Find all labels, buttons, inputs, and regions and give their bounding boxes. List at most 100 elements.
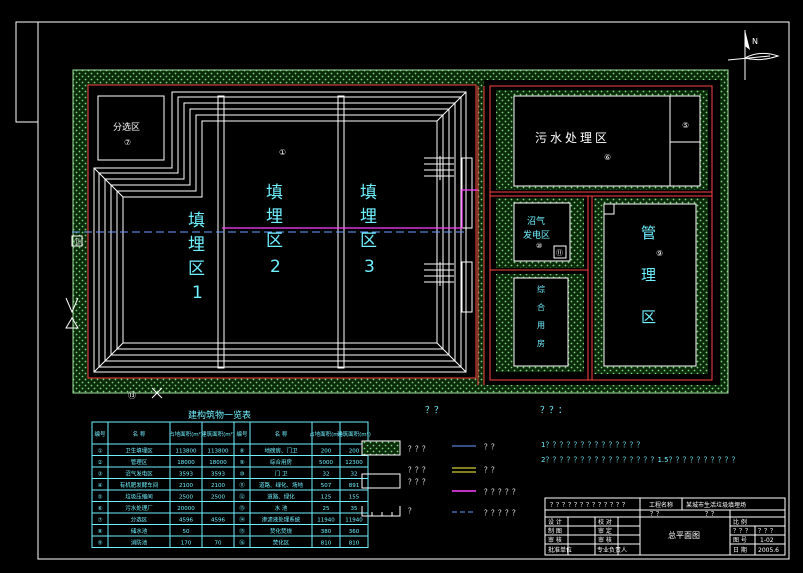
table-cell: 储水池 [131, 527, 148, 535]
table-header: 名 称 [133, 430, 146, 438]
svg-text:设 计: 设 计 [548, 518, 562, 526]
table-cell: 200 [349, 449, 360, 455]
svg-text:校 对: 校 对 [598, 518, 612, 526]
table-cell: 沼气发电区 [125, 470, 153, 478]
table-cell: 113800 [208, 449, 229, 455]
table-header: 占地面积(m²) [169, 430, 203, 438]
svg-text:理: 理 [641, 266, 656, 284]
svg-text:？？？？？: ？？？？？ [484, 509, 519, 517]
table-cell: 155 [349, 495, 360, 501]
svg-text:3: 3 [364, 257, 375, 277]
svg-text:区: 区 [188, 259, 205, 279]
svg-text:埋: 埋 [360, 207, 377, 227]
table-cell: 3593 [211, 472, 225, 478]
titleblock-roles: 设 计 制 图 审 核 批准单位 校 对 审 定 审 核 专业负责人 [548, 518, 627, 554]
svg-text:填: 填 [266, 183, 283, 203]
table-cell: 11940 [317, 518, 335, 524]
table-cell: 污水处理厂 [125, 504, 153, 512]
sewage-label: 污水处理区 [535, 131, 610, 145]
table-cell: 2500 [179, 495, 193, 501]
table-cell: 卫生填埋区 [125, 447, 153, 455]
table-cell: ⑯ [239, 539, 245, 547]
svg-text:⑥: ⑥ [604, 153, 611, 162]
table-cell: 管理区 [131, 458, 148, 466]
note-2: 2？？？？？？？？？？？？？？？？1.5？？？？？？？？？？ [541, 456, 739, 464]
table-cell: ⑪ [239, 481, 245, 489]
svg-text:图 号: 图 号 [733, 537, 747, 544]
table-cell: 4596 [179, 518, 193, 524]
table-cell: 分选区 [131, 516, 148, 524]
table-cell: ⑤ [98, 495, 103, 501]
svg-text:1: 1 [192, 283, 203, 303]
project-value: 某城市生活垃圾填埋场 [686, 501, 746, 509]
svg-text:？？？: ？？？ [733, 528, 751, 535]
table-header: 建筑面积(m²) [337, 430, 371, 438]
table-cell: 18000 [177, 460, 195, 466]
table-cell: ⑥ [98, 506, 103, 512]
table-cell: ⑧ [98, 529, 103, 535]
sorting-label: 分选区 [113, 121, 140, 133]
table-cell: 12300 [345, 460, 363, 466]
svg-text:专业负责人: 专业负责人 [597, 546, 627, 554]
table-cell: ① [98, 449, 103, 455]
bottom-num: ⑬ [128, 391, 136, 400]
north-label: N [752, 37, 758, 46]
svg-text:⑩: ⑩ [536, 242, 542, 250]
table-cell: 消防池 [131, 539, 148, 547]
svg-text:？？: ？？ [650, 511, 662, 518]
svg-text:埋: 埋 [266, 207, 283, 227]
sheet-number: 1-02 [760, 537, 774, 544]
svg-text:埋: 埋 [188, 235, 205, 255]
table-cell: ⑩ [240, 471, 245, 478]
sorting-num: ⑦ [124, 138, 131, 147]
table-cell: 35 [351, 506, 358, 512]
building-table: 编号名 称占地面积(m²)建筑面积(m²) 编号名 称占地面积(m²)建筑面积(m… [91, 421, 371, 548]
svg-text:？？？？？: ？？？？？ [484, 488, 519, 496]
table-cell: 渗滤液处理系统 [262, 516, 301, 524]
table-cell: 360 [349, 529, 360, 535]
svg-text:？？？: ？？？ [408, 445, 429, 453]
table-cell: ⑨ [98, 540, 103, 547]
svg-text:？？: ？？ [484, 443, 498, 451]
table-cell: ③ [98, 472, 103, 478]
svg-text:合: 合 [537, 302, 545, 312]
table-cell: 门 卫 [275, 470, 288, 478]
svg-text:填: 填 [188, 211, 205, 231]
svg-text:批准单位: 批准单位 [548, 546, 572, 554]
table-cell: 20000 [177, 506, 195, 512]
svg-text:比 例: 比 例 [733, 518, 747, 526]
table-cell: 170 [181, 541, 192, 547]
table-cell: ⑬ [239, 504, 245, 512]
title-top-note: ？？？？？？？？？？？？？ [550, 502, 628, 509]
svg-text:沼气: 沼气 [527, 215, 545, 227]
svg-text:审 核: 审 核 [598, 536, 612, 544]
table-header: 名 称 [275, 430, 288, 438]
svg-text:综: 综 [537, 284, 545, 294]
table-header: 编号 [236, 430, 248, 438]
table-cell: 3593 [179, 472, 193, 478]
svg-text:？？？: ？？？ [758, 528, 776, 535]
svg-text:区: 区 [360, 231, 377, 251]
table-cell: 891 [349, 483, 360, 489]
table-cell: 有机肥发酵车间 [120, 481, 159, 489]
svg-text:？？？: ？？？ [408, 478, 429, 486]
svg-text:⑪: ⑪ [556, 249, 563, 257]
table-cell: 32 [351, 472, 358, 478]
table-cell: ⑭ [239, 516, 245, 524]
table-cell: 50 [183, 529, 190, 535]
svg-text:发电区: 发电区 [523, 229, 550, 241]
project-label: 工程名称 [649, 501, 673, 509]
svg-text:审 核: 审 核 [548, 536, 562, 544]
table-cell: 125 [321, 495, 332, 501]
north-arrow-icon: N [727, 30, 780, 80]
table-cell: 垃圾压缩间 [125, 493, 153, 501]
drawing-date: 2005.6 [758, 547, 779, 554]
svg-text:日 期: 日 期 [733, 546, 747, 554]
table-header: 编号 [94, 430, 106, 438]
svg-text:？？？: ？？？ [408, 466, 429, 474]
site-plan-drawing: N 分选区 ⑦ ⑫ ① 填 埋 区 1 填 埋 区 2 填 埋 区 3 污水处理… [15, 21, 790, 560]
notes-header: ？？： [540, 406, 567, 416]
table-cell: ⑫ [239, 493, 245, 501]
svg-text:审 定: 审 定 [598, 527, 612, 535]
svg-text:管: 管 [641, 224, 656, 242]
